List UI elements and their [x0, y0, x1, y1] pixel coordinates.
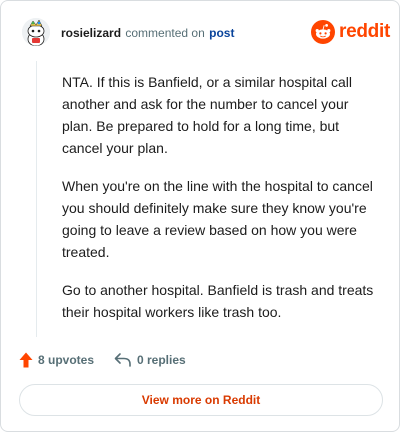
upvote-button[interactable]: 8 upvotes	[19, 351, 94, 369]
comment-body: NTA. If this is Banfield, or a similar h…	[62, 71, 382, 339]
comment-paragraph: Go to another hospital. Banfield is tras…	[62, 282, 374, 320]
thread-line	[36, 61, 37, 337]
reddit-brand-link[interactable]: reddit	[311, 20, 390, 44]
reddit-wordmark: reddit	[339, 21, 390, 42]
comment-paragraph: NTA. If this is Banfield, or a similar h…	[62, 74, 352, 156]
comment-embed-card: rosielizard commented on post reddit NTA…	[0, 0, 400, 432]
reply-arrow-icon	[114, 353, 131, 367]
reply-button[interactable]: 0 replies	[114, 351, 186, 369]
user-avatar[interactable]	[22, 18, 50, 46]
comment-paragraph: When you're on the line with the hospita…	[62, 178, 373, 260]
username-link[interactable]: rosielizard	[61, 26, 121, 40]
comment-header: rosielizard commented on post	[61, 25, 234, 41]
upvote-arrow-icon	[19, 352, 33, 368]
snoo-avatar-icon	[22, 18, 50, 46]
upvote-count: 8 upvotes	[38, 353, 95, 367]
reply-count: 0 replies	[137, 353, 186, 367]
commented-on-text: commented on	[125, 26, 205, 40]
reddit-snoo-icon	[311, 20, 335, 44]
view-more-button[interactable]: View more on Reddit	[19, 384, 383, 416]
post-link[interactable]: post	[209, 26, 234, 40]
